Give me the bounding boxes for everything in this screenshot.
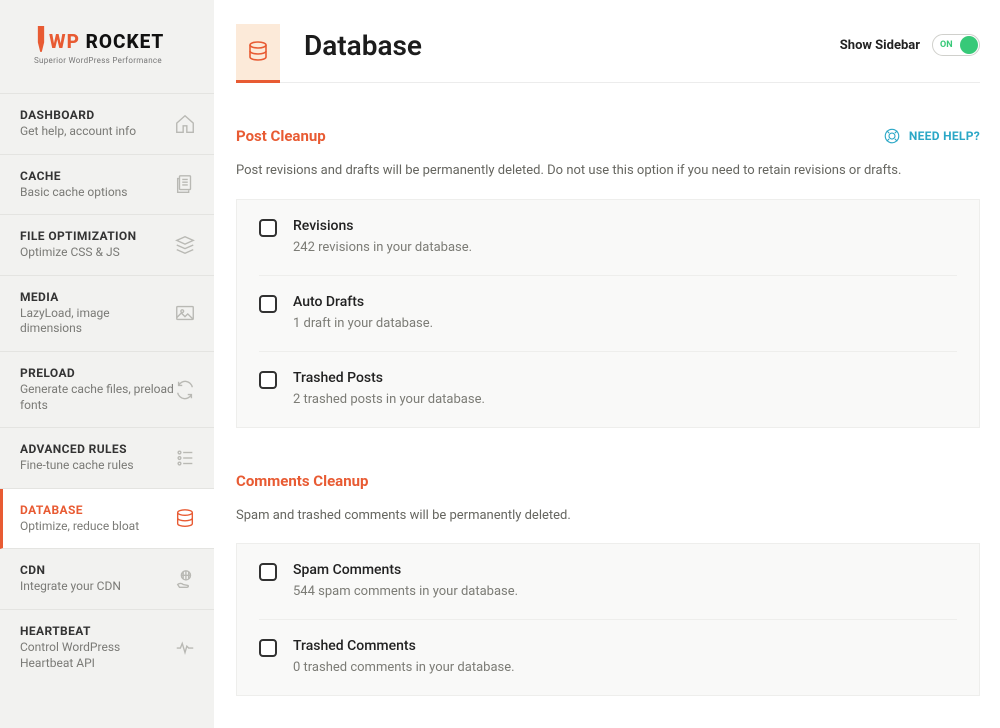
toggle-on-text: ON — [940, 40, 953, 50]
sidebar-item-title: CDN — [20, 563, 121, 577]
checkbox-auto-drafts[interactable] — [259, 295, 277, 313]
need-help-link[interactable]: NEED HELP? — [883, 127, 980, 145]
option-title: Trashed Posts — [293, 370, 485, 386]
option-title: Auto Drafts — [293, 294, 433, 310]
sidebar-item-title: MEDIA — [20, 290, 174, 304]
page-header-icon-wrap — [236, 24, 280, 83]
checkbox-trashed-comments[interactable] — [259, 639, 277, 657]
home-icon — [174, 113, 196, 135]
sidebar-item-dashboard[interactable]: DASHBOARD Get help, account info — [0, 93, 214, 155]
image-icon — [174, 302, 196, 324]
sidebar-item-desc: Control WordPress Heartbeat API — [20, 640, 174, 671]
section-comments-cleanup: Comments Cleanup Spam and trashed commen… — [236, 472, 980, 697]
option-desc: 2 trashed posts in your database. — [293, 392, 485, 407]
sidebar-item-title: ADVANCED RULES — [20, 442, 134, 456]
main-panel: Database Show Sidebar ON Post Cleanup NE… — [214, 0, 1000, 728]
checkbox-trashed-posts[interactable] — [259, 371, 277, 389]
sidebar-item-cache[interactable]: CACHE Basic cache options — [0, 155, 214, 216]
sidebar-item-title: HEARTBEAT — [20, 624, 174, 638]
logo-rocket: ROCKET — [80, 30, 164, 53]
sidebar-item-desc: Basic cache options — [20, 185, 128, 201]
sliders-icon — [174, 447, 196, 469]
sidebar-item-database[interactable]: DATABASE Optimize, reduce bloat — [0, 489, 214, 550]
sidebar-item-title: FILE OPTIMIZATION — [20, 229, 136, 243]
sidebar-item-file-optimization[interactable]: FILE OPTIMIZATION Optimize CSS & JS — [0, 215, 214, 276]
logo-tagline: Superior WordPress Performance — [34, 56, 194, 65]
logo-title: WP ROCKET — [34, 26, 194, 54]
sidebar-item-title: DATABASE — [20, 503, 139, 517]
logo-wp: WP — [49, 30, 80, 53]
heartbeat-icon — [174, 637, 196, 659]
show-sidebar-control: Show Sidebar ON — [840, 34, 980, 72]
checkbox-revisions[interactable] — [259, 219, 277, 237]
refresh-icon — [174, 379, 196, 401]
option-auto-drafts: Auto Drafts 1 draft in your database. — [259, 276, 957, 352]
sidebar-item-desc: Get help, account info — [20, 124, 136, 140]
option-desc: 1 draft in your database. — [293, 316, 433, 331]
option-trashed-posts: Trashed Posts 2 trashed posts in your da… — [259, 352, 957, 427]
show-sidebar-toggle[interactable]: ON — [932, 34, 980, 56]
lifebuoy-icon — [883, 127, 901, 145]
sidebar-item-desc: LazyLoad, image dimensions — [20, 306, 174, 337]
sidebar-item-title: PRELOAD — [20, 366, 174, 380]
option-title: Trashed Comments — [293, 638, 515, 654]
option-title: Revisions — [293, 218, 472, 234]
nav: DASHBOARD Get help, account info CACHE B… — [0, 93, 214, 685]
option-revisions: Revisions 242 revisions in your database… — [259, 200, 957, 276]
sidebar-item-desc: Generate cache files, preload fonts — [20, 382, 174, 413]
database-icon — [174, 508, 196, 530]
section-desc: Spam and trashed comments will be perman… — [236, 506, 980, 526]
sidebar-item-heartbeat[interactable]: HEARTBEAT Control WordPress Heartbeat AP… — [0, 610, 214, 685]
database-icon — [246, 40, 270, 64]
sidebar-item-title: DASHBOARD — [20, 108, 136, 122]
layers-icon — [174, 234, 196, 256]
section-desc: Post revisions and drafts will be perman… — [236, 161, 980, 181]
option-desc: 0 trashed comments in your database. — [293, 660, 515, 675]
section-post-cleanup: Post Cleanup NEED HELP? Post revisions a… — [236, 127, 980, 428]
sidebar-item-desc: Integrate your CDN — [20, 579, 121, 595]
sidebar-item-cdn[interactable]: CDN Integrate your CDN — [0, 549, 214, 610]
option-desc: 242 revisions in your database. — [293, 240, 472, 255]
globe-hand-icon — [174, 568, 196, 590]
sidebar-item-desc: Fine-tune cache rules — [20, 458, 134, 474]
sidebar-item-media[interactable]: MEDIA LazyLoad, image dimensions — [0, 276, 214, 352]
sidebar-item-advanced-rules[interactable]: ADVANCED RULES Fine-tune cache rules — [0, 428, 214, 489]
sidebar: WP ROCKET Superior WordPress Performance… — [0, 0, 214, 728]
section-title: Post Cleanup — [236, 127, 326, 145]
sidebar-item-preload[interactable]: PRELOAD Generate cache files, preload fo… — [0, 352, 214, 428]
sidebar-item-title: CACHE — [20, 169, 128, 183]
need-help-label: NEED HELP? — [909, 129, 980, 143]
sidebar-item-desc: Optimize CSS & JS — [20, 245, 136, 261]
panel-post-cleanup: Revisions 242 revisions in your database… — [236, 199, 980, 428]
option-spam-comments: Spam Comments 544 spam comments in your … — [259, 544, 957, 620]
page-header: Database Show Sidebar ON — [236, 24, 980, 83]
checkbox-spam-comments[interactable] — [259, 563, 277, 581]
option-title: Spam Comments — [293, 562, 518, 578]
section-title: Comments Cleanup — [236, 472, 368, 490]
page-title: Database — [304, 29, 816, 78]
option-desc: 544 spam comments in your database. — [293, 584, 518, 599]
toggle-knob — [960, 36, 978, 54]
files-icon — [174, 173, 196, 195]
rocket-carrot-icon — [34, 26, 48, 54]
logo: WP ROCKET Superior WordPress Performance — [0, 0, 214, 93]
panel-comments-cleanup: Spam Comments 544 spam comments in your … — [236, 543, 980, 696]
sidebar-item-desc: Optimize, reduce bloat — [20, 519, 139, 535]
show-sidebar-label: Show Sidebar — [840, 38, 920, 53]
option-trashed-comments: Trashed Comments 0 trashed comments in y… — [259, 620, 957, 695]
